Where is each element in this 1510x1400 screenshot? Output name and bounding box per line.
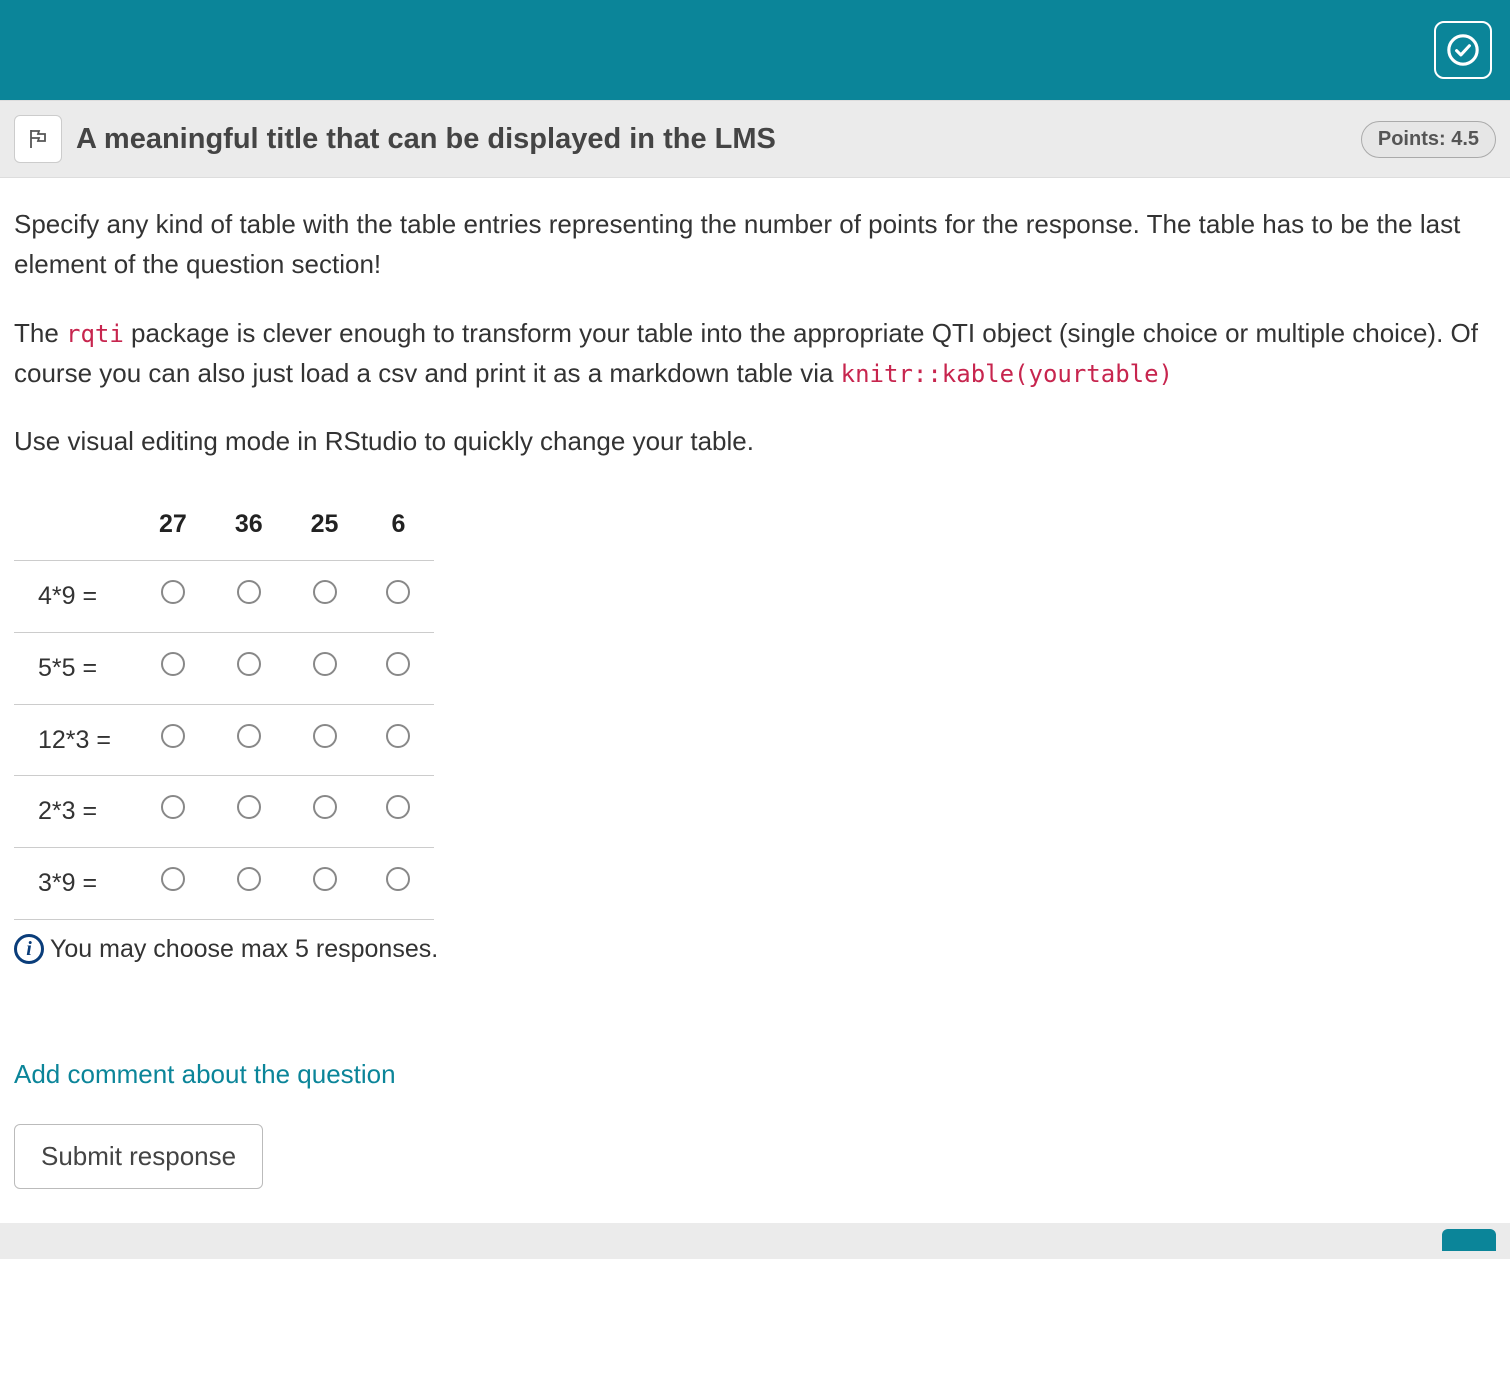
radio-option[interactable]: [313, 652, 337, 676]
col-header-blank: [14, 489, 135, 560]
radio-option[interactable]: [386, 867, 410, 891]
radio-cell: [362, 632, 434, 704]
code-rqti: rqti: [66, 320, 124, 348]
radio-option[interactable]: [313, 724, 337, 748]
radio-option[interactable]: [237, 580, 261, 604]
radio-option[interactable]: [161, 795, 185, 819]
radio-cell: [287, 848, 363, 920]
question-body: Specify any kind of table with the table…: [0, 178, 1510, 989]
radio-cell: [287, 776, 363, 848]
table-row: 2*3 =: [14, 776, 434, 848]
question-header: A meaningful title that can be displayed…: [0, 100, 1510, 178]
flag-icon: [26, 127, 50, 151]
radio-cell: [362, 561, 434, 633]
row-label: 12*3 =: [14, 704, 135, 776]
paragraph-2: The rqti package is clever enough to tra…: [14, 313, 1496, 394]
radio-option[interactable]: [161, 867, 185, 891]
radio-cell: [135, 848, 211, 920]
radio-cell: [362, 776, 434, 848]
row-label: 3*9 =: [14, 848, 135, 920]
table-row: 5*5 =: [14, 632, 434, 704]
radio-option[interactable]: [386, 652, 410, 676]
table-row: 12*3 =: [14, 704, 434, 776]
flag-button[interactable]: [14, 115, 62, 163]
radio-cell: [135, 776, 211, 848]
info-icon: i: [14, 934, 44, 964]
radio-cell: [211, 632, 287, 704]
add-comment-link[interactable]: Add comment about the question: [14, 1059, 396, 1090]
top-bar: [0, 0, 1510, 100]
radio-option[interactable]: [237, 652, 261, 676]
radio-option[interactable]: [386, 795, 410, 819]
points-badge: Points: 4.5: [1361, 121, 1496, 158]
radio-cell: [211, 704, 287, 776]
code-kable: knitr::kable(yourtable): [841, 360, 1173, 388]
radio-cell: [211, 776, 287, 848]
submit-button[interactable]: Submit response: [14, 1124, 263, 1189]
row-label: 4*9 =: [14, 561, 135, 633]
radio-cell: [135, 561, 211, 633]
table-row: 3*9 =: [14, 848, 434, 920]
confirm-button[interactable]: [1434, 21, 1492, 79]
radio-option[interactable]: [386, 724, 410, 748]
match-table: 27 36 25 6 4*9 =5*5 =12*3 =2*3 =3*9 =: [14, 489, 434, 920]
radio-cell: [211, 848, 287, 920]
radio-option[interactable]: [237, 724, 261, 748]
radio-option[interactable]: [161, 724, 185, 748]
col-header: 25: [287, 489, 363, 560]
info-row: i You may choose max 5 responses.: [14, 930, 1496, 969]
radio-option[interactable]: [313, 867, 337, 891]
radio-cell: [135, 704, 211, 776]
table-row: 4*9 =: [14, 561, 434, 633]
col-header: 6: [362, 489, 434, 560]
col-header: 27: [135, 489, 211, 560]
radio-cell: [287, 561, 363, 633]
radio-cell: [287, 704, 363, 776]
info-text: You may choose max 5 responses.: [50, 930, 438, 969]
footer-bar: [0, 1223, 1510, 1259]
row-label: 5*5 =: [14, 632, 135, 704]
question-title: A meaningful title that can be displayed…: [76, 123, 1347, 156]
radio-cell: [362, 704, 434, 776]
paragraph-1: Specify any kind of table with the table…: [14, 204, 1496, 285]
radio-cell: [135, 632, 211, 704]
radio-option[interactable]: [313, 795, 337, 819]
row-label: 2*3 =: [14, 776, 135, 848]
radio-option[interactable]: [237, 795, 261, 819]
radio-option[interactable]: [237, 867, 261, 891]
paragraph-3: Use visual editing mode in RStudio to qu…: [14, 421, 1496, 461]
radio-option[interactable]: [386, 580, 410, 604]
radio-option[interactable]: [161, 652, 185, 676]
radio-cell: [211, 561, 287, 633]
check-circle-icon: [1446, 33, 1480, 67]
footer-pill[interactable]: [1442, 1229, 1496, 1251]
radio-option[interactable]: [313, 580, 337, 604]
radio-cell: [287, 632, 363, 704]
radio-cell: [362, 848, 434, 920]
col-header: 36: [211, 489, 287, 560]
radio-option[interactable]: [161, 580, 185, 604]
